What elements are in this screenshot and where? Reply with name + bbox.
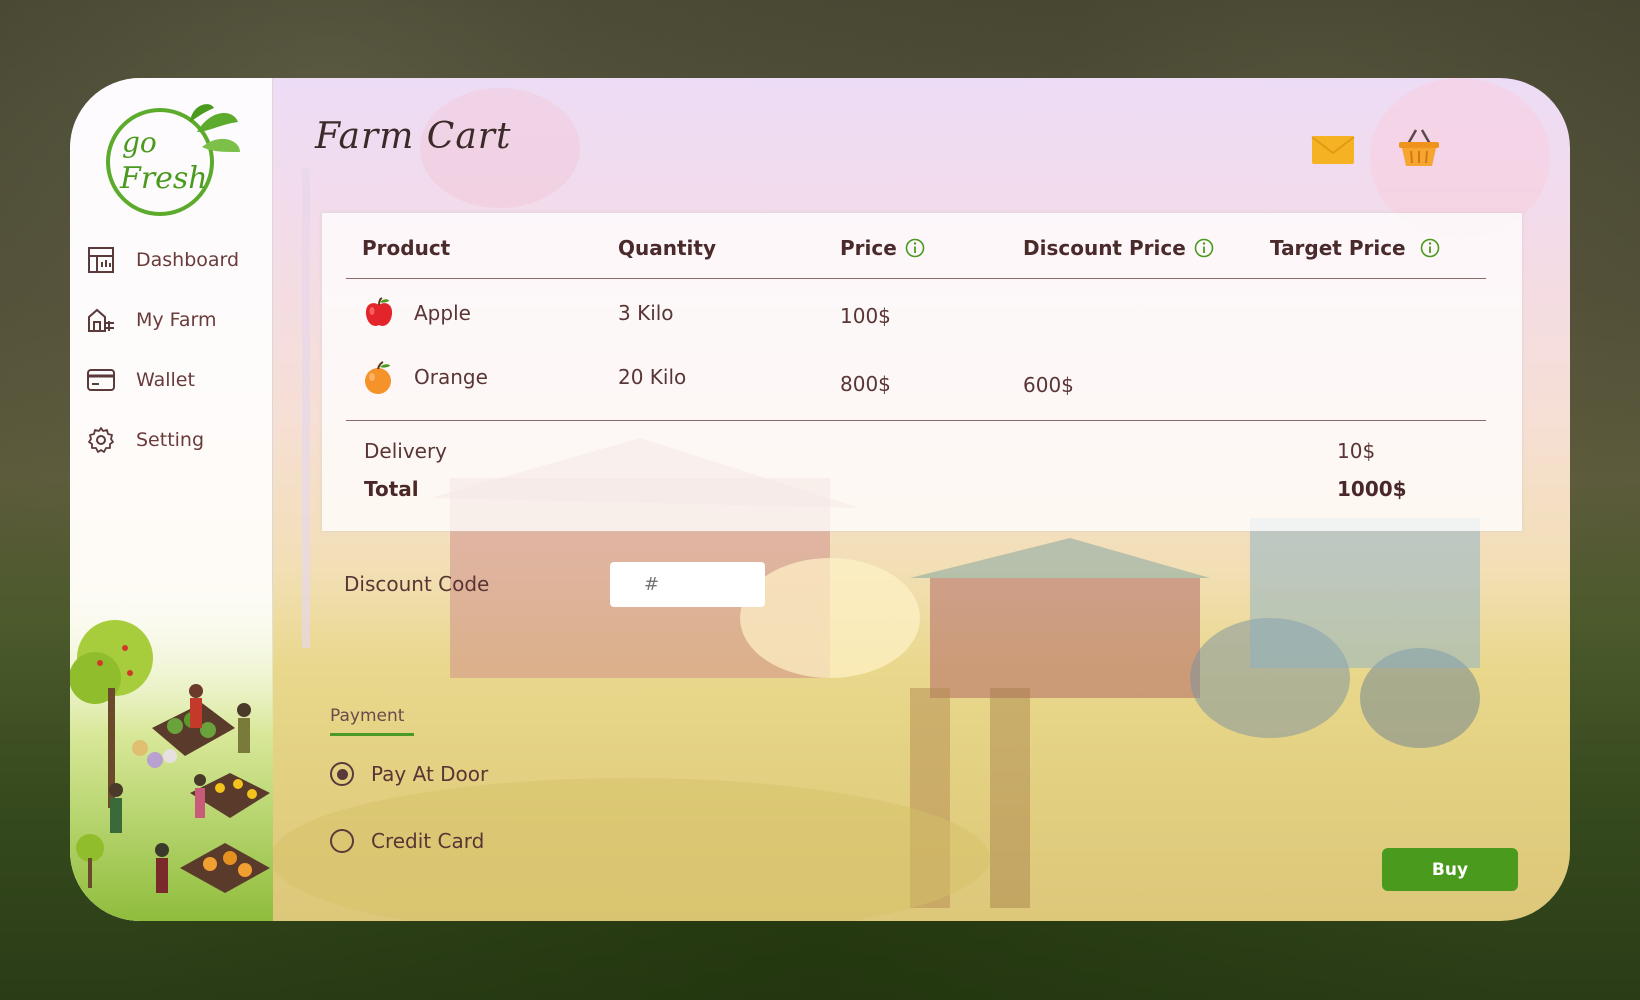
rows-divider (346, 420, 1486, 421)
apple-icon (365, 297, 393, 326)
svg-text:go: go (122, 126, 157, 159)
payment-option-label: Credit Card (371, 829, 485, 853)
price-value: 800$ (840, 372, 891, 396)
buy-button[interactable]: Buy (1382, 848, 1518, 891)
svg-text:Fresh: Fresh (119, 161, 208, 196)
sidebar-item-dashboard[interactable]: Dashboard (86, 240, 266, 280)
payment-option-credit-card[interactable]: Credit Card (330, 829, 484, 853)
quantity-value: 3 Kilo (618, 301, 674, 325)
dashboard-icon (86, 245, 116, 275)
quantity-value: 20 Kilo (618, 365, 687, 389)
orange-icon (365, 361, 391, 394)
radio-button-selected[interactable] (330, 762, 354, 786)
info-icon[interactable] (1194, 238, 1214, 258)
total-value: 1000$ (1337, 477, 1407, 501)
radio-button[interactable] (330, 829, 354, 853)
gear-icon (86, 425, 116, 455)
discount-code-label: Discount Code (344, 572, 490, 596)
wallet-icon (86, 365, 116, 395)
sidebar-item-label: Setting (136, 429, 205, 451)
sidebar-item-label: Wallet (136, 369, 195, 391)
column-header-target-price: Target Price (1270, 236, 1440, 260)
header-divider (346, 278, 1486, 279)
basket-icon[interactable] (1396, 126, 1442, 170)
delivery-value: 10$ (1337, 439, 1376, 463)
sidebar-item-label: Dashboard (136, 249, 240, 271)
payment-section-label: Payment (330, 706, 405, 726)
product-name: Apple (414, 301, 471, 325)
farm-icon (86, 305, 116, 335)
sidebar-item-setting[interactable]: Setting (86, 420, 266, 460)
payment-underline (330, 733, 414, 736)
radio-dot (336, 768, 348, 780)
column-header-price: Price (840, 236, 925, 260)
info-icon[interactable] (905, 238, 925, 258)
page-title: Farm Cart (315, 116, 512, 157)
product-name: Orange (414, 365, 488, 389)
total-label: Total (364, 477, 419, 501)
payment-option-label: Pay At Door (371, 762, 489, 786)
discount-code-input[interactable] (610, 562, 765, 607)
discount-price-value: 600$ (1023, 373, 1074, 397)
column-header-product: Product (362, 236, 451, 260)
sidebar: go Fresh Dashboard My Farm Wallet Settin… (70, 78, 273, 921)
sidebar-item-my-farm[interactable]: My Farm (86, 300, 266, 340)
sidebar-item-wallet[interactable]: Wallet (86, 360, 266, 400)
sidebar-item-label: My Farm (136, 309, 217, 331)
info-icon[interactable] (1420, 238, 1440, 258)
farm-illustration (70, 578, 273, 921)
app-window: go Fresh Dashboard My Farm Wallet Settin… (70, 78, 1570, 921)
column-header-quantity: Quantity (618, 236, 716, 260)
cart-table: Product Quantity Price Discount Price Ta… (322, 213, 1522, 531)
mail-icon[interactable] (1310, 128, 1356, 172)
payment-option-pay-at-door[interactable]: Pay At Door (330, 762, 488, 786)
price-value: 100$ (840, 304, 891, 328)
gofresh-logo[interactable]: go Fresh (102, 102, 242, 222)
delivery-label: Delivery (364, 439, 448, 463)
column-header-discount-price: Discount Price (1023, 236, 1214, 260)
